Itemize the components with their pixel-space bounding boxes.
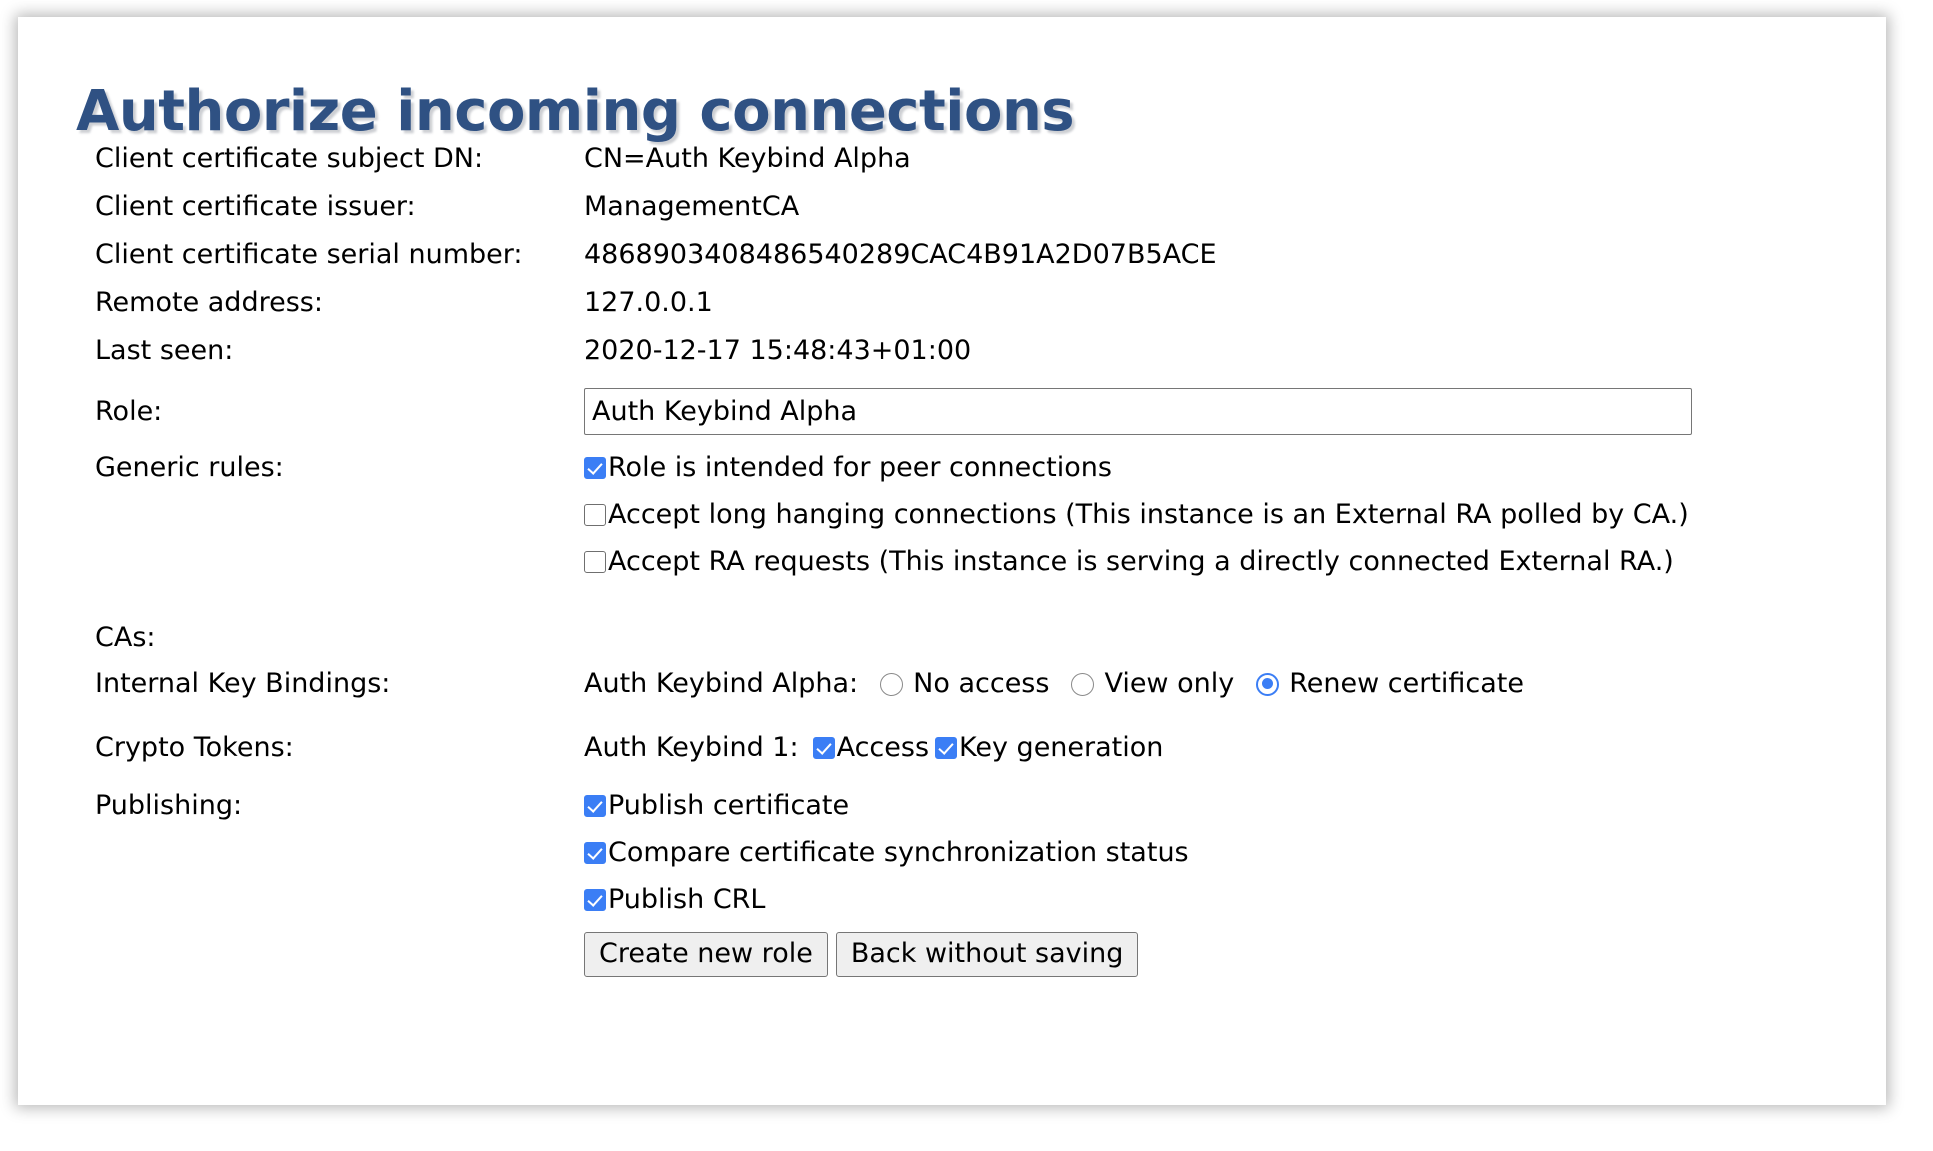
checkbox-row-publish-certificate[interactable]: Publish certificate: [584, 786, 1855, 826]
cas-label: CAs:: [95, 622, 156, 653]
role-label: Role:: [95, 396, 163, 427]
checkbox-row-long-hanging-connections[interactable]: Accept long hanging connections (This in…: [584, 495, 1855, 535]
radio-unselected-icon[interactable]: [880, 672, 904, 696]
radio-label: Renew certificate: [1289, 668, 1525, 699]
role-row: Role:: [95, 388, 1855, 436]
checkbox-row-key-generation[interactable]: Key generation: [935, 724, 1163, 772]
crypto-token-entry-name: Auth Keybind 1:: [584, 732, 799, 763]
info-value: 2020-12-17 15:48:43+01:00: [584, 335, 972, 366]
info-row-remote-address: Remote address: 127.0.0.1: [95, 279, 1855, 327]
checkbox-label: Publish CRL: [608, 884, 766, 915]
info-label: Remote address:: [95, 287, 323, 318]
info-value: ManagementCA: [584, 191, 800, 222]
checkbox-label: Role is intended for peer connections: [608, 452, 1112, 483]
back-without-saving-button[interactable]: Back without saving: [835, 932, 1139, 977]
checkbox-row-compare-sync-status[interactable]: Compare certificate synchronization stat…: [584, 833, 1855, 873]
checkbox-label: Publish certificate: [608, 790, 850, 821]
radio-option-view-only[interactable]: View only: [1071, 660, 1234, 708]
form-actions: Create new role Back without saving: [584, 932, 1855, 977]
checkbox-label: Access: [836, 732, 930, 763]
radio-option-renew-certificate[interactable]: Renew certificate: [1256, 660, 1524, 708]
radio-label: View only: [1104, 668, 1235, 699]
crypto-tokens-label: Crypto Tokens:: [95, 732, 294, 763]
checkbox-unchecked-icon[interactable]: [584, 551, 606, 573]
checkbox-checked-icon[interactable]: [812, 737, 835, 759]
checkbox-label: Compare certificate synchronization stat…: [608, 837, 1189, 868]
publishing-label: Publishing:: [95, 790, 243, 821]
checkbox-unchecked-icon[interactable]: [584, 504, 606, 526]
checkbox-row-publish-crl[interactable]: Publish CRL: [584, 880, 1855, 920]
info-label: Client certificate issuer:: [95, 191, 416, 222]
checkbox-row-peer-connections[interactable]: Role is intended for peer connections: [584, 448, 1855, 488]
checkbox-checked-icon[interactable]: [584, 889, 606, 911]
internal-key-bindings-row: Internal Key Bindings: Auth Keybind Alph…: [95, 660, 1855, 708]
checkbox-checked-icon[interactable]: [584, 795, 606, 817]
checkbox-row-accept-ra-requests[interactable]: Accept RA requests (This instance is ser…: [584, 542, 1855, 582]
info-value: CN=Auth Keybind Alpha: [584, 143, 911, 174]
info-label: Client certificate serial number:: [95, 239, 523, 270]
create-new-role-button[interactable]: Create new role: [584, 932, 828, 977]
radio-unselected-icon[interactable]: [1071, 672, 1095, 696]
generic-rules-row: Generic rules: Role is intended for peer…: [95, 448, 1855, 582]
radio-option-no-access[interactable]: No access: [880, 660, 1049, 708]
info-row-serial-number: Client certificate serial number: 486890…: [95, 231, 1855, 279]
publishing-row: Publishing: Publish certificate Compare …: [95, 786, 1855, 920]
info-value: 127.0.0.1: [584, 287, 713, 318]
checkbox-checked-icon[interactable]: [935, 737, 958, 759]
role-input[interactable]: [584, 388, 1692, 435]
internal-key-bindings-label: Internal Key Bindings:: [95, 668, 391, 699]
page-panel: Authorize incoming connections Client ce…: [18, 17, 1886, 1105]
info-row-last-seen: Last seen: 2020-12-17 15:48:43+01:00: [95, 327, 1855, 375]
radio-selected-icon[interactable]: [1256, 672, 1280, 696]
info-value: 4868903408486540289CAC4B91A2D07B5ACE: [584, 239, 1217, 270]
cas-row: CAs:: [95, 618, 1855, 658]
info-row-subject-dn: Client certificate subject DN: CN=Auth K…: [95, 135, 1855, 183]
checkbox-checked-icon[interactable]: [584, 842, 606, 864]
keybind-entry-name: Auth Keybind Alpha:: [584, 668, 859, 699]
radio-label: No access: [913, 668, 1050, 699]
checkbox-row-access[interactable]: Access: [812, 724, 930, 772]
checkbox-label: Accept long hanging connections (This in…: [608, 499, 1689, 530]
info-label: Client certificate subject DN:: [95, 143, 484, 174]
info-label: Last seen:: [95, 335, 234, 366]
checkbox-label: Key generation: [959, 732, 1164, 763]
authorize-form: Client certificate subject DN: CN=Auth K…: [95, 135, 1855, 977]
checkbox-checked-icon[interactable]: [584, 457, 606, 479]
info-row-issuer: Client certificate issuer: ManagementCA: [95, 183, 1855, 231]
crypto-tokens-row: Crypto Tokens: Auth Keybind 1: Access Ke…: [95, 724, 1855, 772]
checkbox-label: Accept RA requests (This instance is ser…: [608, 546, 1674, 577]
generic-rules-label: Generic rules:: [95, 452, 284, 483]
